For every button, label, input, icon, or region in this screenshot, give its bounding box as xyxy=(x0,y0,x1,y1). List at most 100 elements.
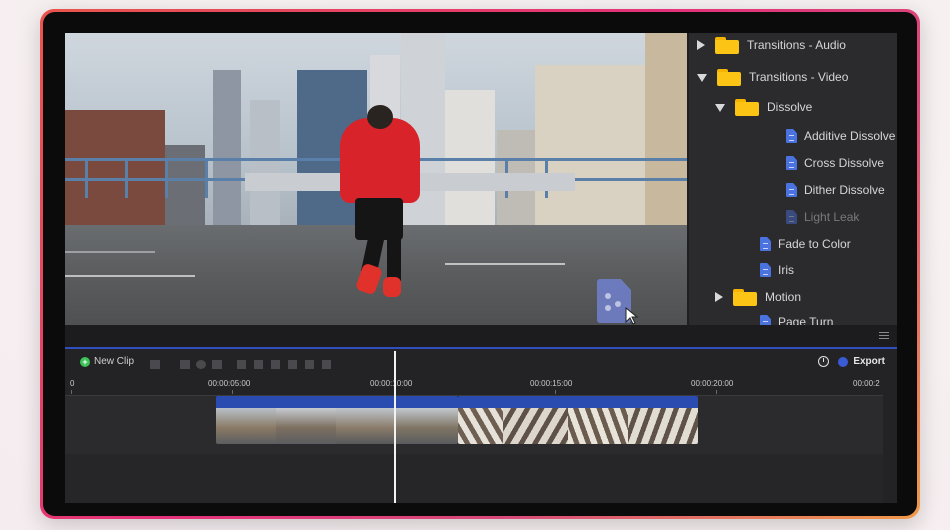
clip-thumbnail xyxy=(628,408,698,444)
link-icon[interactable] xyxy=(305,360,314,369)
ruler-label: 00:00:10:00 xyxy=(370,379,413,388)
tree-item[interactable]: Transitions - Video xyxy=(697,65,848,89)
editor-window: Transitions - Audio Transitions - Video Di… xyxy=(65,33,897,503)
clip-thumbnail xyxy=(396,408,458,444)
file-icon xyxy=(760,237,771,251)
clip-thumbnail xyxy=(568,408,628,444)
trash-icon[interactable] xyxy=(150,360,160,369)
person-shoe xyxy=(383,277,401,297)
skip-back-icon[interactable] xyxy=(180,360,190,369)
tree-item[interactable]: Dither Dissolve xyxy=(786,178,885,202)
disclosure-right-icon[interactable] xyxy=(715,292,723,302)
clip-header xyxy=(458,396,698,408)
rail-post xyxy=(125,158,128,198)
time-ruler[interactable]: 0 00:00:05:00 00:00:10:00 00:00:15:00 00… xyxy=(65,377,897,395)
timeline-accent-line xyxy=(65,347,897,349)
plus-circle-icon: + xyxy=(80,356,90,367)
screen-bezel: Transitions - Audio Transitions - Video Di… xyxy=(43,12,917,516)
ruler-label: 00:00:20:00 xyxy=(691,379,734,388)
export-icon xyxy=(838,356,849,367)
laptop-frame: Transitions - Audio Transitions - Video Di… xyxy=(40,9,920,519)
building xyxy=(213,70,241,230)
tree-item[interactable]: Cross Dissolve xyxy=(786,151,884,175)
tree-item[interactable]: Fade to Color xyxy=(760,232,851,256)
tree-item-label: Dissolve xyxy=(767,100,813,114)
playhead[interactable] xyxy=(394,351,396,503)
timeline-toolbar: + New Clip Export xyxy=(65,350,897,376)
tree-item-label: Transitions - Video xyxy=(749,70,849,84)
building xyxy=(535,65,645,230)
ripple-icon[interactable] xyxy=(288,360,297,369)
mouse-cursor-icon xyxy=(625,307,639,325)
building xyxy=(645,33,687,230)
rail-post xyxy=(205,158,208,198)
clip-header xyxy=(216,396,458,408)
tree-item-label: Dither Dissolve xyxy=(804,183,885,197)
video-track[interactable] xyxy=(65,395,883,455)
file-icon xyxy=(786,210,797,224)
building xyxy=(65,110,165,230)
rail-post xyxy=(165,158,168,198)
tree-item[interactable]: Light Leak xyxy=(786,205,859,229)
file-icon xyxy=(760,263,771,277)
file-icon xyxy=(786,156,797,170)
tree-item[interactable]: Transitions - Audio xyxy=(697,33,846,57)
video-preview[interactable] xyxy=(65,33,687,325)
empty-track[interactable] xyxy=(65,454,883,503)
ruler-label: 00:00:15:00 xyxy=(530,379,573,388)
clip-thumbnail xyxy=(458,408,503,444)
lane-marking xyxy=(445,263,565,265)
clip-thumbnail xyxy=(336,408,396,444)
person-leg xyxy=(387,233,401,281)
tree-item-label: Transitions - Audio xyxy=(747,38,846,52)
clock-icon[interactable] xyxy=(818,356,830,367)
clip-thumbnail xyxy=(216,408,276,444)
clip-thumbnail xyxy=(276,408,336,444)
tree-item[interactable]: Additive Dissolve xyxy=(786,124,895,148)
split-icon[interactable] xyxy=(254,360,263,369)
person-hoodie xyxy=(340,118,420,203)
tree-item-label: Cross Dissolve xyxy=(804,156,885,170)
panel-divider xyxy=(65,325,897,347)
skip-forward-icon[interactable] xyxy=(212,360,222,369)
tree-item-label: Fade to Color xyxy=(778,237,851,251)
file-icon xyxy=(760,315,771,325)
ruler-label: 0 xyxy=(70,379,75,388)
folder-icon xyxy=(715,36,739,54)
new-clip-button[interactable]: + New Clip xyxy=(80,356,134,367)
disclosure-down-icon[interactable] xyxy=(697,74,707,82)
tree-item[interactable]: Iris xyxy=(760,258,794,282)
hamburger-icon[interactable] xyxy=(879,332,889,341)
record-icon[interactable] xyxy=(196,360,206,369)
tree-item[interactable]: Dissolve xyxy=(715,95,812,119)
building xyxy=(250,100,280,230)
tree-item-label: Light Leak xyxy=(804,210,860,224)
tree-item[interactable]: Motion xyxy=(715,285,801,309)
export-button[interactable]: Export xyxy=(853,356,885,367)
disclosure-down-icon[interactable] xyxy=(715,104,725,112)
snap-icon[interactable] xyxy=(322,360,331,369)
lane-marking xyxy=(65,275,195,277)
tree-item-label: Motion xyxy=(765,290,802,304)
person-head xyxy=(367,105,393,129)
marker-icon[interactable] xyxy=(237,360,246,369)
tree-item-label: Iris xyxy=(778,263,794,277)
video-clip[interactable] xyxy=(458,396,698,444)
folder-icon xyxy=(733,288,757,306)
effects-browser-panel: Transitions - Audio Transitions - Video Di… xyxy=(689,33,897,325)
file-icon xyxy=(786,183,797,197)
tree-item-label: Page Turn xyxy=(778,315,834,325)
tree-item[interactable]: Page Turn xyxy=(760,310,833,325)
new-clip-label: New Clip xyxy=(94,356,135,367)
ruler-label: 00:00:05:00 xyxy=(208,379,251,388)
tree-item-label: Additive Dissolve xyxy=(804,129,896,143)
clip-thumbnail xyxy=(503,408,568,444)
folder-icon xyxy=(717,68,741,86)
trim-icon[interactable] xyxy=(271,360,280,369)
video-clip[interactable] xyxy=(216,396,458,444)
rail-post xyxy=(85,158,88,198)
ruler-label: 00:00:2 xyxy=(853,379,880,388)
timeline-panel: + New Clip Export 0 00:00:05:00 00:00:10… xyxy=(65,347,897,503)
lane-marking xyxy=(65,251,155,253)
disclosure-right-icon[interactable] xyxy=(697,40,705,50)
